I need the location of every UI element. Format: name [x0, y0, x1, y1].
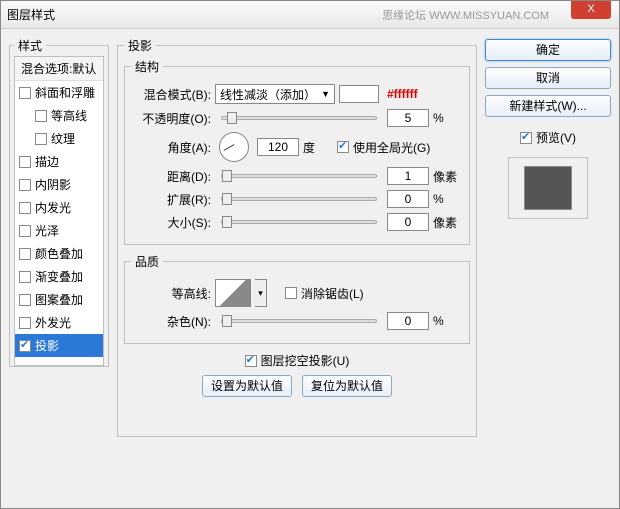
style-label: 颜色叠加: [35, 245, 83, 262]
style-checkbox[interactable]: [19, 87, 31, 99]
preview-checkbox[interactable]: [520, 132, 532, 144]
style-checkbox[interactable]: [19, 271, 31, 283]
layer-style-dialog: 图层样式 思缘论坛 WWW.MISSYUAN.COM X 样式 混合选项:默认 …: [0, 0, 620, 509]
blend-mode-combo[interactable]: 线性减淡（添加） ▼: [215, 84, 335, 104]
quality-legend: 品质: [131, 253, 163, 270]
style-checkbox[interactable]: [19, 294, 31, 306]
style-row-0[interactable]: 斜面和浮雕: [15, 81, 103, 104]
blend-mode-value: 线性减淡（添加）: [220, 86, 316, 103]
opacity-label: 不透明度(O):: [131, 110, 211, 127]
reset-default-button[interactable]: 复位为默认值: [302, 375, 392, 397]
style-label: 投影: [35, 337, 59, 354]
contour-label: 等高线:: [131, 285, 211, 302]
drop-shadow-panel: 投影 结构 混合模式(B): 线性减淡（添加） ▼ #ffffff 不透明度(O…: [117, 37, 477, 437]
watermark: 思缘论坛 WWW.MISSYUAN.COM: [382, 7, 549, 23]
styles-legend: 样式: [14, 37, 46, 54]
style-checkbox[interactable]: [19, 248, 31, 260]
style-label: 内阴影: [35, 176, 71, 193]
titlebar[interactable]: 图层样式 思缘论坛 WWW.MISSYUAN.COM X: [1, 1, 619, 29]
knockout-label: 图层挖空投影(U): [261, 352, 350, 369]
quality-group: 品质 等高线: ▾ 消除锯齿(L) 杂色(N): 0 %: [124, 253, 470, 344]
distance-input[interactable]: 1: [387, 167, 429, 185]
knockout-checkbox[interactable]: [245, 355, 257, 367]
close-button[interactable]: X: [571, 1, 611, 19]
global-light-label: 使用全局光(G): [353, 139, 430, 156]
blend-defaults[interactable]: 混合选项:默认: [15, 57, 103, 81]
contour-arrow[interactable]: ▾: [255, 279, 267, 307]
antialias-label: 消除锯齿(L): [301, 285, 364, 302]
preview-box: [508, 157, 588, 219]
color-swatch[interactable]: [339, 85, 379, 103]
style-label: 渐变叠加: [35, 268, 83, 285]
styles-fieldset: 样式 混合选项:默认 斜面和浮雕等高线纹理描边内阴影内发光光泽颜色叠加渐变叠加图…: [9, 37, 109, 367]
size-label: 大小(S):: [131, 214, 211, 231]
style-label: 等高线: [51, 107, 87, 124]
set-default-button[interactable]: 设置为默认值: [202, 375, 292, 397]
opacity-input[interactable]: 5: [387, 109, 429, 127]
style-row-4[interactable]: 内阴影: [15, 173, 103, 196]
distance-slider[interactable]: [221, 174, 377, 178]
chevron-down-icon: ▼: [321, 89, 330, 99]
structure-group: 结构 混合模式(B): 线性减淡（添加） ▼ #ffffff 不透明度(O):: [124, 58, 470, 245]
style-row-11[interactable]: 投影: [15, 334, 103, 357]
distance-label: 距离(D):: [131, 168, 211, 185]
noise-label: 杂色(N):: [131, 313, 211, 330]
percent-unit3: %: [433, 314, 463, 328]
style-label: 内发光: [35, 199, 71, 216]
noise-input[interactable]: 0: [387, 312, 429, 330]
contour-picker[interactable]: [215, 279, 251, 307]
style-label: 斜面和浮雕: [35, 84, 95, 101]
spread-input[interactable]: 0: [387, 190, 429, 208]
pixel-unit: 像素: [433, 168, 463, 185]
preview-swatch: [524, 166, 572, 210]
antialias-checkbox[interactable]: [285, 287, 297, 299]
style-checkbox[interactable]: [35, 133, 47, 145]
noise-slider[interactable]: [221, 319, 377, 323]
preview-label: 预览(V): [536, 129, 576, 146]
style-row-3[interactable]: 描边: [15, 150, 103, 173]
style-checkbox[interactable]: [19, 340, 31, 352]
angle-label: 角度(A):: [131, 139, 211, 156]
percent-unit: %: [433, 111, 463, 125]
panel-title: 投影: [124, 37, 156, 54]
size-input[interactable]: 0: [387, 213, 429, 231]
style-row-2[interactable]: 纹理: [15, 127, 103, 150]
cancel-button[interactable]: 取消: [485, 67, 611, 89]
style-label: 图案叠加: [35, 291, 83, 308]
style-row-8[interactable]: 渐变叠加: [15, 265, 103, 288]
spread-label: 扩展(R):: [131, 191, 211, 208]
style-label: 描边: [35, 153, 59, 170]
style-row-6[interactable]: 光泽: [15, 219, 103, 242]
style-row-9[interactable]: 图案叠加: [15, 288, 103, 311]
angle-input[interactable]: 120: [257, 138, 299, 156]
percent-unit2: %: [433, 192, 463, 206]
spread-slider[interactable]: [221, 197, 377, 201]
style-label: 外发光: [35, 314, 71, 331]
style-row-1[interactable]: 等高线: [15, 104, 103, 127]
angle-dial[interactable]: [219, 132, 249, 162]
style-row-7[interactable]: 颜色叠加: [15, 242, 103, 265]
style-checkbox[interactable]: [19, 179, 31, 191]
ok-button[interactable]: 确定: [485, 39, 611, 61]
angle-unit: 度: [303, 139, 333, 156]
style-checkbox[interactable]: [19, 202, 31, 214]
opacity-slider[interactable]: [221, 116, 377, 120]
size-slider[interactable]: [221, 220, 377, 224]
structure-legend: 结构: [131, 58, 163, 75]
new-style-button[interactable]: 新建样式(W)...: [485, 95, 611, 117]
style-list: 混合选项:默认 斜面和浮雕等高线纹理描边内阴影内发光光泽颜色叠加渐变叠加图案叠加…: [14, 56, 104, 366]
blend-mode-label: 混合模式(B):: [131, 86, 211, 103]
pixel-unit2: 像素: [433, 214, 463, 231]
color-hex: #ffffff: [387, 87, 418, 101]
style-checkbox[interactable]: [19, 225, 31, 237]
global-light-checkbox[interactable]: [337, 141, 349, 153]
style-label: 纹理: [51, 130, 75, 147]
style-row-10[interactable]: 外发光: [15, 311, 103, 334]
style-row-5[interactable]: 内发光: [15, 196, 103, 219]
style-checkbox[interactable]: [19, 317, 31, 329]
style-checkbox[interactable]: [35, 110, 47, 122]
style-checkbox[interactable]: [19, 156, 31, 168]
style-label: 光泽: [35, 222, 59, 239]
